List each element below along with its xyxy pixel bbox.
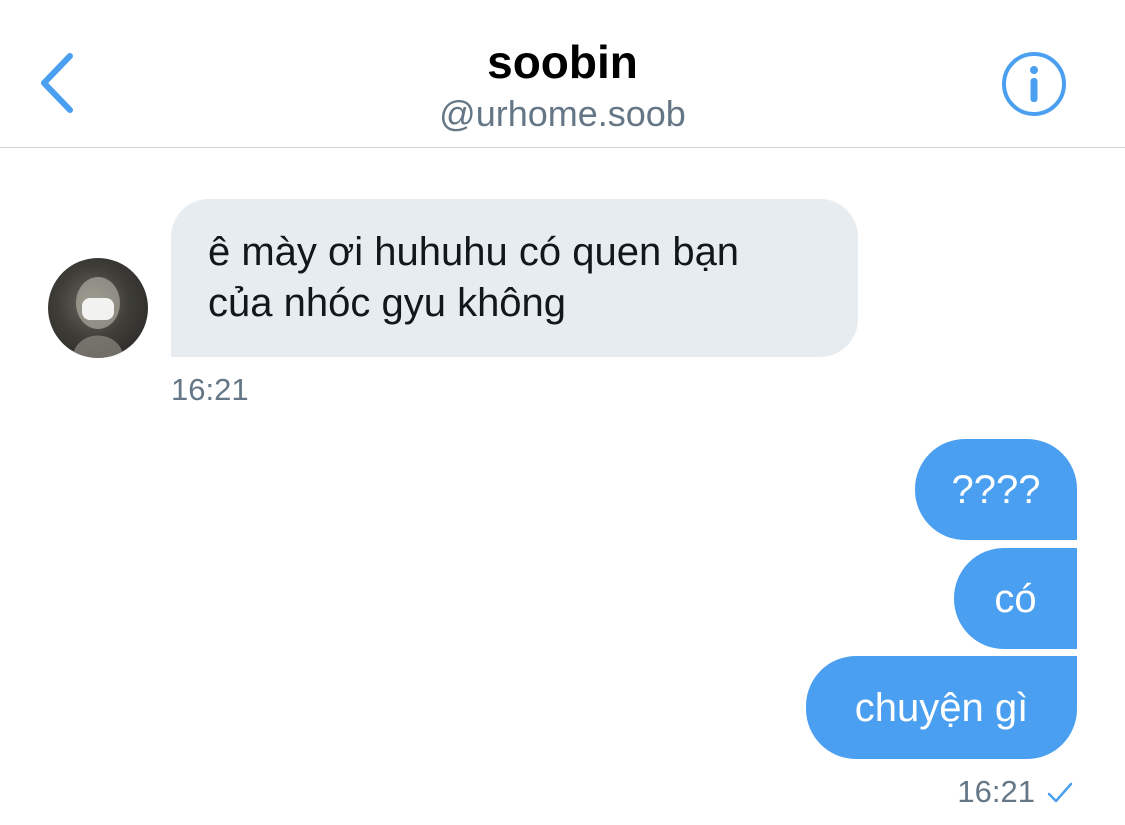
- outgoing-timestamp: 16:21: [957, 774, 1035, 809]
- dm-conversation-screen: soobin @urhome.soob ê mày ơi huhuhu có q…: [0, 0, 1125, 825]
- checkmark-icon: [1047, 782, 1073, 803]
- outgoing-message-bubble[interactable]: có: [954, 548, 1077, 649]
- avatar[interactable]: [48, 258, 148, 358]
- avatar-photo: [72, 277, 124, 358]
- conversation-title[interactable]: soobin: [0, 34, 1125, 90]
- incoming-message-bubble[interactable]: ê mày ơi huhuhu có quen bạn của nhóc gyu…: [171, 199, 858, 357]
- message-text: chuyện gì: [854, 686, 1029, 730]
- message-line: ê mày ơi huhuhu có quen bạn: [208, 230, 740, 274]
- conversation-handle[interactable]: @urhome.soob: [0, 92, 1125, 136]
- info-circle-icon: [1002, 52, 1066, 116]
- message-text: ????: [951, 468, 1041, 512]
- conversation-header: soobin @urhome.soob: [0, 0, 1125, 148]
- info-button[interactable]: [1000, 50, 1068, 118]
- message-line: của nhóc gyu không: [208, 281, 567, 325]
- outgoing-message-bubble[interactable]: ????: [915, 439, 1077, 540]
- message-text: có: [994, 577, 1037, 621]
- outgoing-message-bubble[interactable]: chuyện gì: [806, 656, 1077, 759]
- incoming-timestamp: 16:21: [171, 372, 249, 407]
